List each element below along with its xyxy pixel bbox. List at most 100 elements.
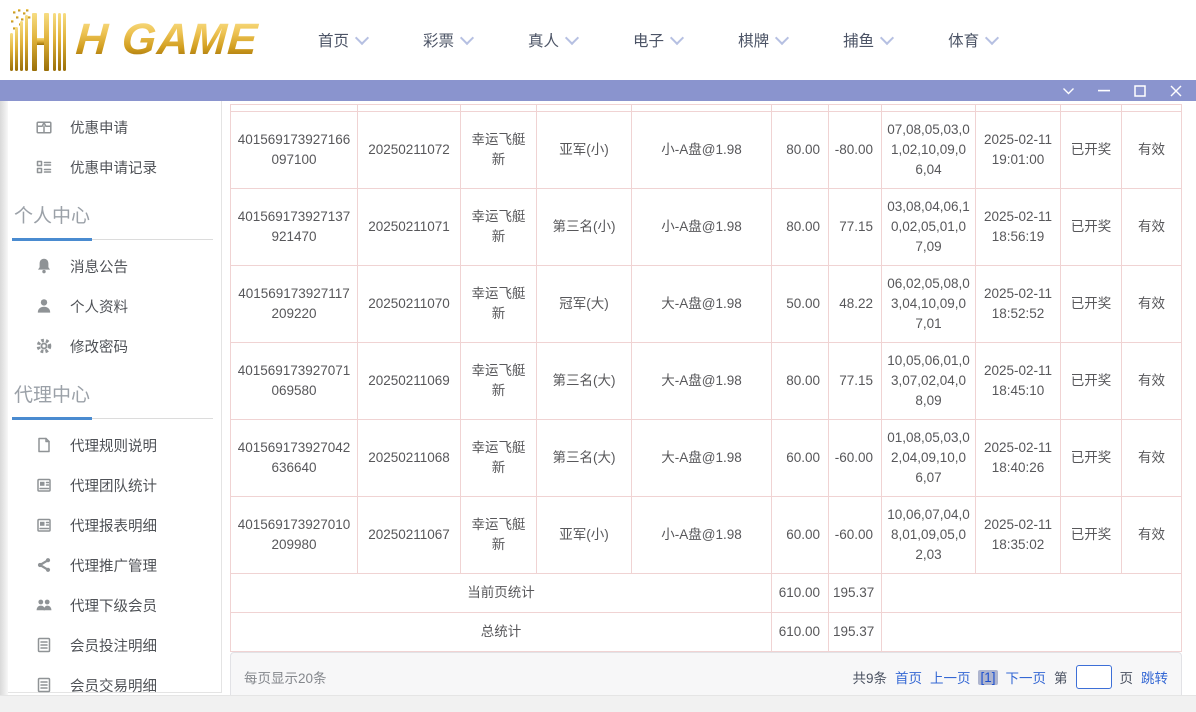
sidebar-section-agent-center: 代理中心 — [12, 376, 213, 419]
cell-game: 幸运飞艇新 — [461, 497, 537, 574]
cell-position: 冠军(大) — [537, 266, 632, 343]
cell-play: 小-A盘@1.98 — [632, 189, 772, 266]
cell-result: 01,08,05,03,02,04,09,10,06,07 — [882, 420, 976, 497]
cell-position: 亚军(小) — [537, 112, 632, 189]
jump-button[interactable]: 跳转 — [1141, 667, 1168, 687]
sidebar-item-label: 代理下级会员 — [70, 595, 157, 616]
sidebar-item-promo-apply[interactable]: 优惠申请 — [8, 107, 221, 147]
cell-empty — [882, 613, 1182, 652]
sidebar-item-label: 会员交易明细 — [70, 675, 157, 696]
report-icon — [34, 516, 53, 535]
cell-win-loss: -60.00 — [829, 420, 882, 497]
cell-status: 已开奖 — [1061, 420, 1122, 497]
cell-game: 幸运飞艇新 — [461, 343, 537, 420]
summary-amount: 610.00 — [772, 574, 829, 613]
nav-item-slots[interactable]: 电子 — [633, 29, 682, 51]
summary-row-current-page: 当前页统计 610.00 195.37 — [231, 574, 1182, 613]
cell-status: 已开奖 — [1061, 343, 1122, 420]
cell-result: 10,05,06,01,03,07,02,04,08,09 — [882, 343, 976, 420]
cell-result: 07,08,05,03,01,02,10,09,06,04 — [882, 112, 976, 189]
cell-game: 幸运飞艇新 — [461, 112, 537, 189]
sidebar-item-agent-team-stats[interactable]: 代理团队统计 — [8, 465, 221, 505]
nav-label: 首页 — [318, 29, 349, 51]
minimize-button[interactable] — [1092, 80, 1116, 101]
summary-win-loss: 195.37 — [829, 613, 882, 652]
nav-item-chess[interactable]: 棋牌 — [738, 29, 787, 51]
cell-win-loss: -60.00 — [829, 497, 882, 574]
first-page-link[interactable]: 首页 — [895, 667, 922, 687]
jump-page-input[interactable] — [1076, 665, 1112, 689]
sidebar-item-label: 消息公告 — [70, 256, 128, 277]
current-page-indicator: [1] — [978, 670, 997, 685]
cell-status: 已开奖 — [1061, 266, 1122, 343]
nav-item-home[interactable]: 首页 — [318, 29, 367, 51]
cell-validity: 有效 — [1122, 343, 1182, 420]
cell-time: 2025-02-11 19:01:00 — [976, 112, 1061, 189]
table-row: 401569173927010209980 20250211067 幸运飞艇新 … — [231, 497, 1182, 574]
sidebar-item-label: 个人资料 — [70, 296, 128, 317]
cell-play: 小-A盘@1.98 — [632, 112, 772, 189]
cell-empty — [537, 105, 632, 112]
cell-status: 已开奖 — [1061, 497, 1122, 574]
close-button[interactable] — [1164, 80, 1188, 101]
sidebar-item-label: 优惠申请 — [70, 117, 128, 138]
sidebar-item-promo-records[interactable]: 优惠申请记录 — [8, 147, 221, 187]
summary-label: 当前页统计 — [231, 574, 772, 613]
list-icon — [34, 158, 53, 177]
cell-amount: 80.00 — [772, 112, 829, 189]
sidebar-item-announcements[interactable]: 消息公告 — [8, 246, 221, 286]
sidebar-item-agent-downline-members[interactable]: 代理下级会员 — [8, 585, 221, 625]
sidebar-item-agent-rules[interactable]: 代理规则说明 — [8, 425, 221, 465]
window-left-edge — [0, 101, 8, 695]
cell-amount: 50.00 — [772, 266, 829, 343]
sidebar-item-agent-report-details[interactable]: 代理报表明细 — [8, 505, 221, 545]
table-row: 401569173927117209220 20250211070 幸运飞艇新 … — [231, 266, 1182, 343]
sidebar-item-member-bet-details[interactable]: 会员投注明细 — [8, 625, 221, 665]
brand-logo[interactable]: H GAME — [8, 4, 264, 76]
chevron-down-icon — [880, 30, 894, 44]
chevron-down-icon — [355, 30, 369, 44]
cell-win-loss: 48.22 — [829, 266, 882, 343]
cell-empty — [882, 105, 976, 112]
user-icon — [34, 297, 53, 316]
nav-item-live[interactable]: 真人 — [528, 29, 577, 51]
next-page-link[interactable]: 下一页 — [1006, 667, 1047, 687]
cell-empty — [976, 105, 1061, 112]
bell-icon — [34, 257, 53, 276]
cell-position: 亚军(小) — [537, 497, 632, 574]
nav-item-lottery[interactable]: 彩票 — [423, 29, 472, 51]
window-bottom-strip — [0, 695, 1196, 712]
sidebar-item-change-password[interactable]: 修改密码 — [8, 326, 221, 366]
gold-bars-logo-icon — [8, 7, 74, 73]
cell-time: 2025-02-11 18:40:26 — [976, 420, 1061, 497]
cell-win-loss: 77.15 — [829, 343, 882, 420]
prev-page-link[interactable]: 上一页 — [930, 667, 971, 687]
cell-empty — [461, 105, 537, 112]
nav-item-fishing[interactable]: 捕鱼 — [843, 29, 892, 51]
cell-amount: 80.00 — [772, 343, 829, 420]
cell-empty — [829, 105, 882, 112]
cell-result: 06,02,05,08,03,04,10,09,07,01 — [882, 266, 976, 343]
sidebar-item-agent-promotion[interactable]: 代理推广管理 — [8, 545, 221, 585]
cell-order-id: 401569173927166097100 — [231, 112, 358, 189]
close-icon — [1170, 85, 1182, 97]
cell-empty — [231, 105, 358, 112]
nav-item-sports[interactable]: 体育 — [948, 29, 997, 51]
cell-result: 10,06,07,04,08,01,09,05,02,03 — [882, 497, 976, 574]
cell-period: 20250211067 — [358, 497, 461, 574]
sidebar-item-profile[interactable]: 个人资料 — [8, 286, 221, 326]
chevron-down-icon — [775, 30, 789, 44]
coupon-icon — [34, 118, 53, 137]
sidebar-section-personal-center: 个人中心 — [12, 197, 213, 240]
window-chevron-button[interactable] — [1056, 80, 1080, 101]
summary-win-loss: 195.37 — [829, 574, 882, 613]
note-icon — [34, 636, 53, 655]
cell-order-id: 401569173927042636640 — [231, 420, 358, 497]
table-row: 401569173927166097100 20250211072 幸运飞艇新 … — [231, 112, 1182, 189]
maximize-button[interactable] — [1128, 80, 1152, 101]
report-icon — [34, 476, 53, 495]
cell-time: 2025-02-11 18:56:19 — [976, 189, 1061, 266]
cell-period: 20250211071 — [358, 189, 461, 266]
cell-validity: 有效 — [1122, 420, 1182, 497]
cell-order-id: 401569173927010209980 — [231, 497, 358, 574]
